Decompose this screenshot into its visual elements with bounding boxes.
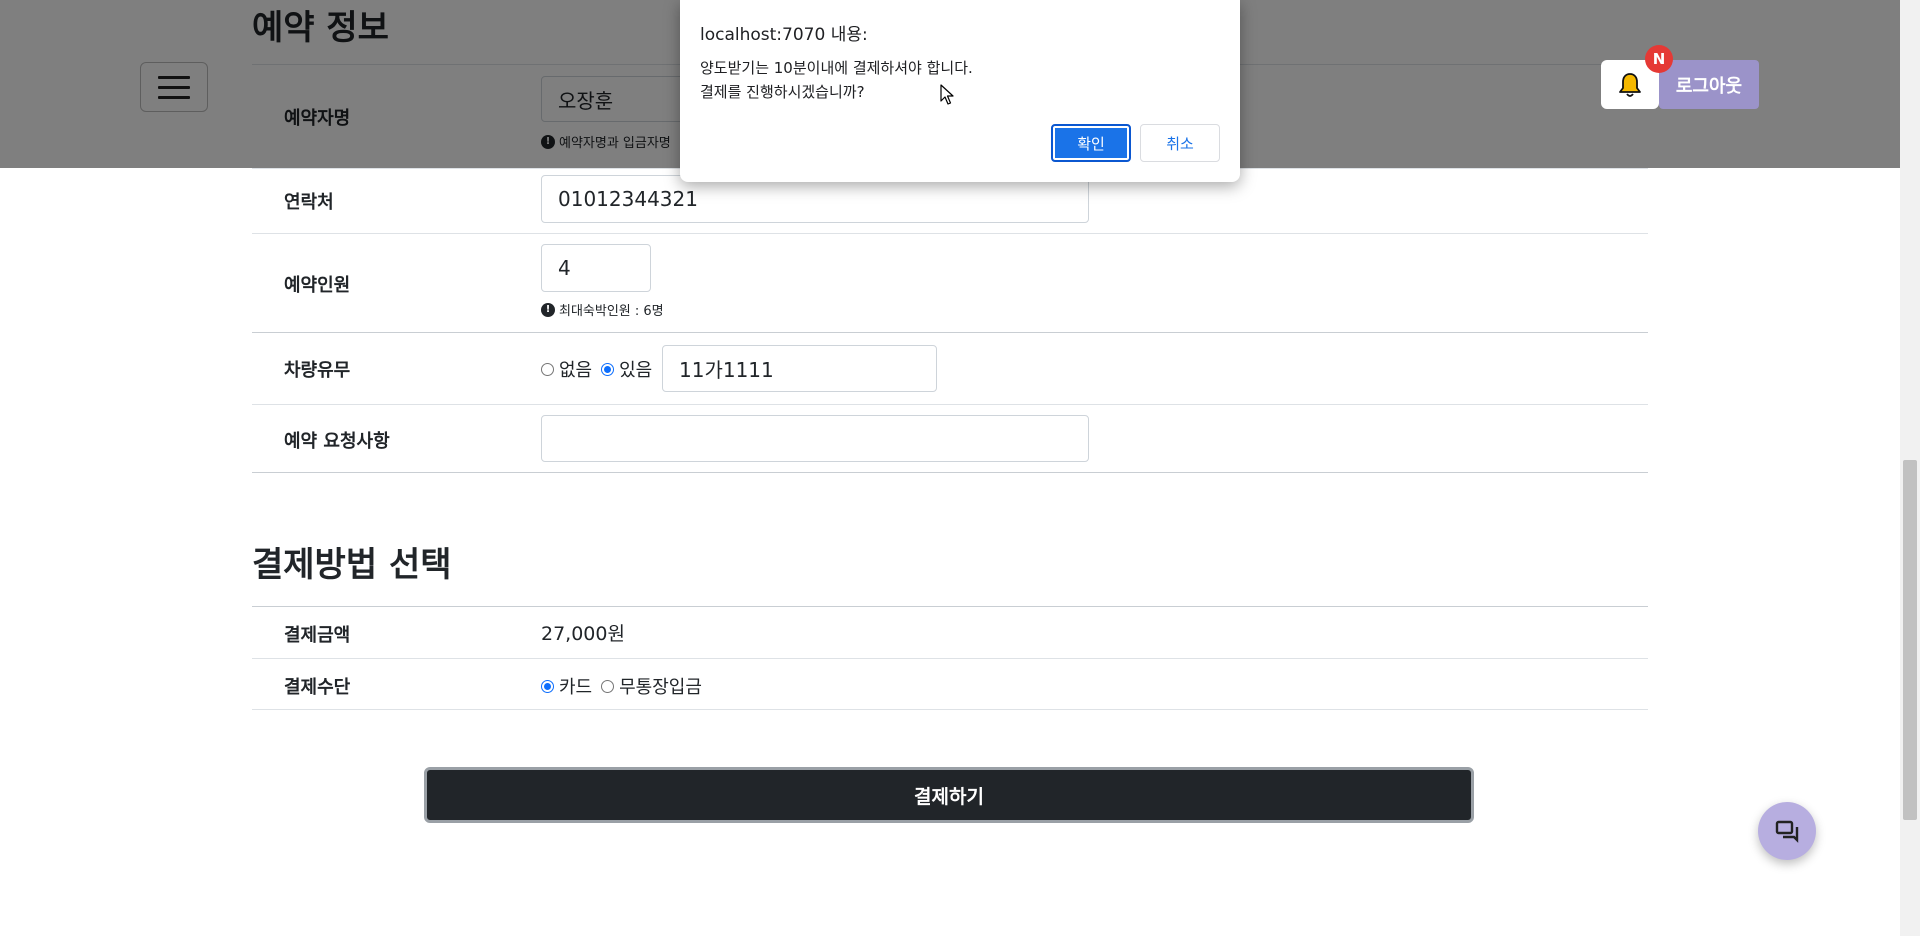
dialog-ok-label: 확인 (1077, 134, 1105, 153)
info-icon: ! (541, 302, 555, 317)
contact-value: 01012344321 (558, 187, 698, 211)
amount-label: 결제금액 (284, 625, 351, 646)
confirm-dialog: localhost:7070 내용: 양도받기는 10분이내에 결제하셔야 합니… (680, 0, 1240, 182)
method-card-radio[interactable] (541, 679, 554, 693)
dialog-title: localhost:7070 내용: (700, 25, 868, 45)
method-bank-label: 무통장입금 (619, 677, 702, 698)
vehicle-yes-radio[interactable] (601, 362, 615, 376)
divider (252, 658, 1648, 659)
pay-button-label: 결제하기 (914, 785, 984, 808)
divider (252, 404, 1648, 405)
notification-badge: N (1645, 45, 1673, 73)
dialog-cancel-button[interactable]: 취소 (1140, 124, 1220, 162)
dialog-cancel-label: 취소 (1166, 134, 1194, 153)
logout-label: 로그아웃 (1675, 75, 1743, 97)
guests-value: 4 (558, 256, 571, 280)
contact-label: 연락처 (284, 192, 334, 213)
request-label: 예약 요청사항 (284, 431, 390, 452)
divider (252, 709, 1648, 710)
dialog-ok-button[interactable]: 확인 (1051, 124, 1131, 162)
logout-button[interactable]: 로그아웃 (1659, 60, 1759, 109)
vehicle-yes-label: 있음 (619, 360, 653, 381)
scrollbar-thumb[interactable] (1903, 460, 1917, 820)
guests-label: 예약인원 (284, 275, 351, 296)
vehicle-number-input[interactable]: 11가1111 (662, 345, 937, 392)
pay-button[interactable]: 결제하기 (424, 767, 1474, 823)
vehicle-radio-group: 없음 있음 (541, 356, 652, 382)
mouse-cursor-icon (940, 84, 954, 105)
divider (252, 233, 1648, 234)
divider (252, 606, 1648, 607)
dialog-message-line: 양도받기는 10분이내에 결제하셔야 합니다. (700, 59, 973, 77)
guests-hint: ! 최대숙박인원 : 6명 (541, 300, 664, 319)
guests-hint-text: 최대숙박인원 : 6명 (559, 304, 664, 319)
method-label: 결제수단 (284, 677, 351, 698)
request-input[interactable] (541, 415, 1089, 462)
chat-icon (1775, 820, 1799, 843)
vehicle-none-label: 없음 (559, 360, 593, 381)
payment-section-title: 결제방법 선택 (252, 545, 452, 585)
method-radio-group: 카드 무통장입금 (541, 673, 702, 699)
method-bank-radio[interactable] (601, 679, 615, 693)
amount-value: 27,000원 (541, 623, 625, 645)
dialog-message: 양도받기는 10분이내에 결제하셔야 합니다. 결제를 진행하시겠습니까? (700, 56, 973, 104)
bell-icon (1619, 72, 1641, 97)
contact-input[interactable]: 01012344321 (541, 175, 1089, 223)
vehicle-none-radio[interactable] (541, 362, 554, 376)
method-card-label: 카드 (559, 677, 593, 698)
dialog-message-line: 결제를 진행하시겠습니까? (700, 83, 865, 101)
divider (252, 472, 1648, 473)
vehicle-label: 차량유무 (284, 360, 351, 381)
guests-input[interactable]: 4 (541, 244, 651, 292)
vehicle-number-value: 11가1111 (679, 358, 774, 382)
chat-button[interactable] (1758, 802, 1816, 860)
divider (252, 332, 1648, 333)
